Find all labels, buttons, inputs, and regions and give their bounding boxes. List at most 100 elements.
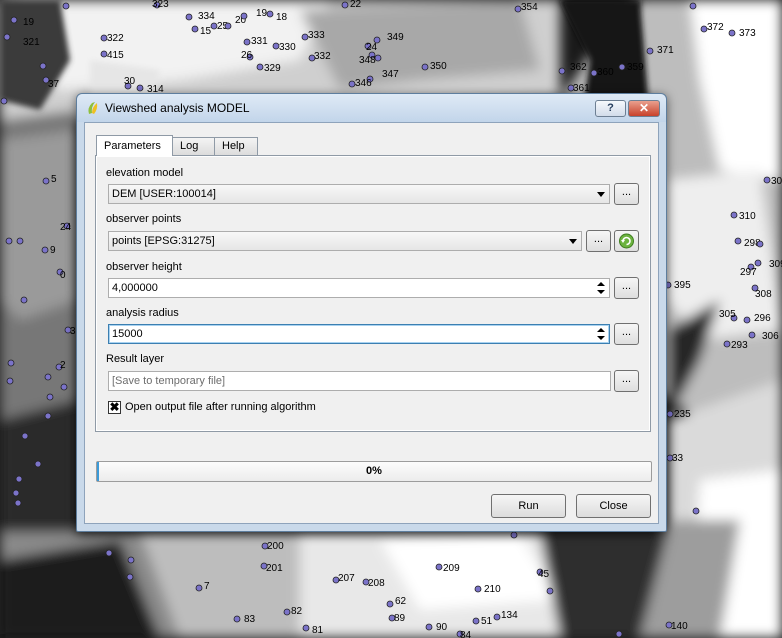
observer-point-label: 305: [719, 309, 736, 320]
observer-point-label: 333: [308, 30, 325, 41]
title-bar[interactable]: Viewshed analysis MODEL ? ✕: [77, 94, 666, 122]
observer-point-label: 24: [60, 222, 72, 233]
analysis-radius-spinbox[interactable]: 15000: [108, 324, 610, 344]
help-button[interactable]: ?: [595, 100, 626, 117]
observer-point-label: 350: [430, 61, 447, 72]
observer-point: [12, 489, 20, 497]
observer-points-label: observer points: [106, 213, 182, 225]
observer-point-label: 309: [769, 259, 782, 270]
observer-point-label: 310: [739, 211, 756, 222]
observer-point: [730, 211, 738, 219]
iterate-over-layer-button[interactable]: [614, 230, 639, 252]
observer-point: [46, 393, 54, 401]
elevation-model-browse-button[interactable]: ...: [614, 183, 639, 205]
observer-point-label: 200: [267, 541, 284, 552]
close-button[interactable]: Close: [576, 494, 651, 518]
observer-point: [734, 237, 742, 245]
close-window-button[interactable]: ✕: [628, 100, 660, 117]
observer-point-label: 359: [627, 62, 644, 73]
observer-point: [5, 237, 13, 245]
observer-point: [748, 331, 756, 339]
observer-point: [16, 237, 24, 245]
chevron-down-icon: [597, 192, 605, 197]
observer-point-label: 134: [501, 610, 518, 621]
observer-point: [386, 600, 394, 608]
observer-point: [421, 63, 429, 71]
observer-point: [283, 608, 291, 616]
observer-point-label: 346: [355, 78, 372, 89]
open-output-label[interactable]: Open output file after running algorithm: [125, 401, 316, 413]
observer-point: [728, 29, 736, 37]
observer-point: [41, 246, 49, 254]
analysis-radius-label: analysis radius: [106, 307, 179, 319]
analysis-radius-browse-button[interactable]: ...: [614, 323, 639, 345]
observer-point: [243, 38, 251, 46]
elevation-model-label: elevation model: [106, 167, 184, 179]
tab-help[interactable]: Help: [214, 137, 258, 155]
observer-point-label: 19: [23, 17, 35, 28]
parameters-panel-inner: elevation model DEM [USER:100014] ... ob…: [96, 156, 650, 431]
observer-point-label: 208: [368, 578, 385, 589]
observer-point: [7, 359, 15, 367]
observer-points-select[interactable]: points [EPSG:31275]: [108, 231, 582, 251]
observer-point-label: 323: [152, 0, 169, 10]
observer-point: [6, 377, 14, 385]
observer-point: [472, 617, 480, 625]
result-layer-field[interactable]: [Save to temporary file]: [108, 371, 611, 391]
spin-arrows[interactable]: [593, 325, 609, 343]
observer-point: [723, 340, 731, 348]
observer-point: [615, 630, 623, 638]
elevation-model-select[interactable]: DEM [USER:100014]: [108, 184, 610, 204]
run-button[interactable]: Run: [491, 494, 566, 518]
observer-point: [266, 10, 274, 18]
observer-point-label: 19: [256, 8, 268, 19]
observer-point-label: 26: [241, 50, 253, 61]
observer-point-label: 84: [460, 630, 472, 638]
tab-log[interactable]: Log: [172, 137, 215, 155]
open-output-checkbox[interactable]: ✖: [108, 401, 121, 414]
observer-point: [546, 587, 554, 595]
observer-points-value: points [EPSG:31275]: [112, 235, 215, 247]
observer-point-label: 2: [60, 360, 66, 371]
observer-point-label: 5: [51, 174, 57, 185]
chevron-down-icon: [597, 290, 605, 294]
observer-point: [233, 615, 241, 623]
observer-point-label: 82: [291, 606, 303, 617]
observer-point: [435, 563, 443, 571]
observer-height-spinbox[interactable]: 4,000000: [108, 278, 610, 298]
observer-point-label: 296: [754, 313, 771, 324]
observer-point: [373, 36, 381, 44]
result-layer-label: Result layer: [106, 353, 165, 365]
observer-point: [756, 240, 764, 248]
observer-point: [618, 63, 626, 71]
observer-point: [20, 296, 28, 304]
observer-point-label: 330: [279, 42, 296, 53]
observer-point: [743, 316, 751, 324]
observer-point-label: 51: [481, 616, 493, 627]
parameters-panel: elevation model DEM [USER:100014] ... ob…: [95, 155, 651, 432]
observer-point: [15, 475, 23, 483]
observer-point: [302, 624, 310, 632]
observer-point-label: 22: [350, 0, 362, 10]
observer-point: [646, 47, 654, 55]
observer-point-label: 45: [538, 569, 550, 580]
observer-point: [62, 2, 70, 10]
observer-height-label: observer height: [106, 261, 182, 273]
observer-point: [3, 33, 11, 41]
observer-point: [474, 585, 482, 593]
spin-arrows[interactable]: [593, 279, 609, 297]
observer-point: [44, 373, 52, 381]
iterate-icon: [619, 233, 634, 249]
observer-point: [39, 62, 47, 70]
tab-parameters[interactable]: Parameters: [96, 135, 173, 156]
observer-point: [754, 259, 762, 267]
observer-point-label: 37: [48, 79, 60, 90]
observer-points-browse-button[interactable]: ...: [586, 230, 611, 252]
observer-point: [666, 410, 674, 418]
observer-point-label: 354: [521, 2, 538, 13]
observer-point-label: 81: [312, 625, 324, 636]
result-layer-browse-button[interactable]: ...: [614, 370, 639, 392]
observer-point-label: 349: [387, 32, 404, 43]
observer-point-label: 83: [244, 614, 256, 625]
observer-height-browse-button[interactable]: ...: [614, 277, 639, 299]
